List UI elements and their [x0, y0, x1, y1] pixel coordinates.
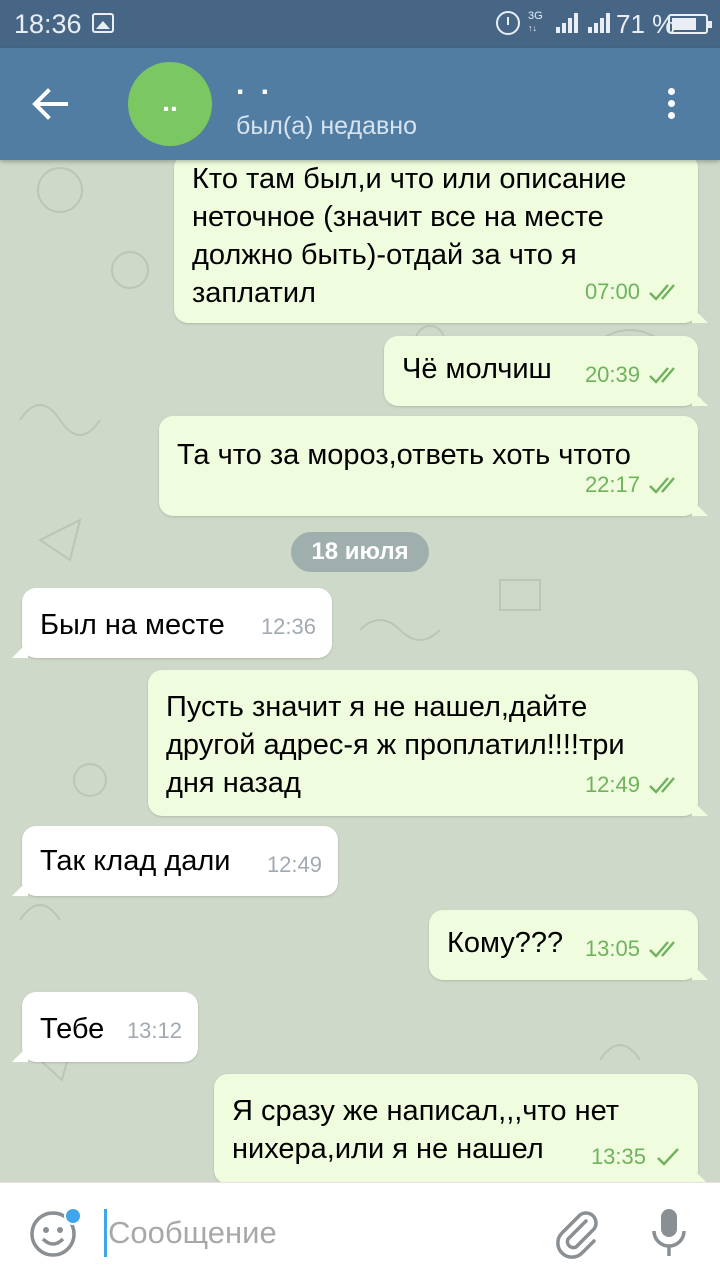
avatar[interactable]: ..: [128, 62, 212, 146]
message-bubble-outgoing[interactable]: Та что за мороз,ответь хоть чтото 22:17: [159, 416, 708, 516]
network-type: 3G ↑↓: [528, 10, 543, 34]
battery-icon: [668, 14, 712, 34]
message-bubble-outgoing[interactable]: Я сразу же написал,,,что нет нихера,или …: [214, 1074, 708, 1182]
message-bubble-outgoing[interactable]: Чё молчиш 20:39: [384, 336, 708, 406]
message-time: 12:49: [584, 772, 640, 797]
message-time: 13:05: [584, 936, 640, 961]
message-time: 13:12: [126, 1018, 182, 1043]
double-check-icon: [649, 367, 675, 384]
message-bubble-incoming[interactable]: Был на месте 12:36: [12, 588, 332, 658]
message-text-line: Я сразу же написал,,,что нет: [232, 1095, 620, 1127]
microphone-icon: [652, 1209, 686, 1256]
chat-header: .. . . был(а) недавно: [0, 48, 720, 160]
message-text-line: Чё молчиш: [402, 353, 552, 385]
message-bubble-outgoing[interactable]: Кто там был,и что или описание неточное …: [174, 160, 708, 323]
message-text-line: должно быть)-отдай за что я: [192, 239, 577, 271]
message-composer: [0, 1182, 720, 1280]
message-text-line: Так клад дали: [40, 845, 231, 877]
battery-percent: 71 %: [616, 9, 676, 39]
text-cursor: [104, 1209, 107, 1257]
check-icon: [657, 1148, 679, 1166]
message-time: 12:36: [260, 614, 316, 639]
message-bubble-outgoing[interactable]: Кому??? 13:05: [429, 910, 708, 980]
message-text-line: Та что за мороз,ответь хоть чтото: [177, 439, 631, 471]
message-meta: 12:49: [267, 846, 322, 884]
more-menu-button[interactable]: [650, 82, 694, 126]
message-meta: 12:49: [585, 766, 682, 804]
message-text-line: неточное (значит все на месте: [192, 201, 604, 233]
double-check-icon: [649, 777, 675, 794]
message-meta: 13:12: [127, 1012, 182, 1050]
message-bubble-outgoing[interactable]: Пусть значит я не нашел,дайте другой адр…: [148, 670, 708, 816]
message-time: 13:35: [590, 1144, 646, 1169]
message-meta: 13:05: [585, 930, 682, 968]
double-check-icon: [649, 477, 675, 494]
message-input[interactable]: [108, 1211, 528, 1255]
double-check-icon: [649, 284, 675, 301]
message-text-line: Кто там был,и что или описание: [192, 163, 627, 195]
message-text-line: дня назад: [166, 767, 301, 799]
status-bar: 18:36 3G ↑↓ 71 %: [0, 0, 720, 48]
date-separator: 18 июля: [291, 532, 429, 572]
message-text-line: Был на месте: [40, 609, 225, 641]
message-meta: 13:35: [591, 1138, 682, 1176]
voice-message-button[interactable]: [644, 1205, 694, 1261]
double-check-icon: [649, 941, 675, 958]
message-time: 20:39: [584, 362, 640, 387]
network-type-label: 3G: [528, 10, 543, 22]
notification-dot: [64, 1207, 82, 1225]
message-list[interactable]: Кто там был,и что или описание неточное …: [0, 160, 720, 1182]
message-text-line: другой адрес-я ж проплатил!!!!три: [166, 729, 625, 761]
message-bubble-incoming[interactable]: Так клад дали 12:49: [12, 826, 338, 896]
alarm-icon: [496, 11, 520, 35]
message-text-line: нихера,или я не нашел: [232, 1133, 544, 1165]
message-meta: 12:36: [261, 608, 316, 646]
signal-icon: [556, 13, 580, 33]
chat-title[interactable]: . .: [236, 68, 273, 102]
message-text-line: Пусть значит я не нашел,дайте: [166, 691, 588, 723]
arrow-left-icon: [32, 88, 68, 120]
message-meta: 22:17: [585, 466, 682, 504]
message-meta: 07:00: [585, 273, 682, 311]
chat-last-seen: был(а) недавно: [236, 112, 418, 140]
message-text-line: Кому???: [447, 927, 564, 959]
network-activity: ↑↓: [528, 23, 537, 33]
paperclip-icon: [556, 1211, 598, 1259]
attach-button[interactable]: [550, 1205, 604, 1259]
message-time: 22:17: [584, 472, 640, 497]
message-time: 07:00: [584, 279, 640, 304]
back-button[interactable]: [22, 76, 78, 132]
status-time: 18:36: [14, 9, 82, 39]
signal-icon: [588, 13, 612, 33]
message-bubble-incoming[interactable]: Тебе 13:12: [12, 992, 198, 1062]
message-text-line: заплатил: [192, 277, 316, 309]
message-time: 12:49: [266, 852, 322, 877]
gallery-icon: [92, 13, 114, 33]
message-meta: 20:39: [585, 356, 682, 394]
message-text-line: Тебе: [40, 1013, 105, 1045]
